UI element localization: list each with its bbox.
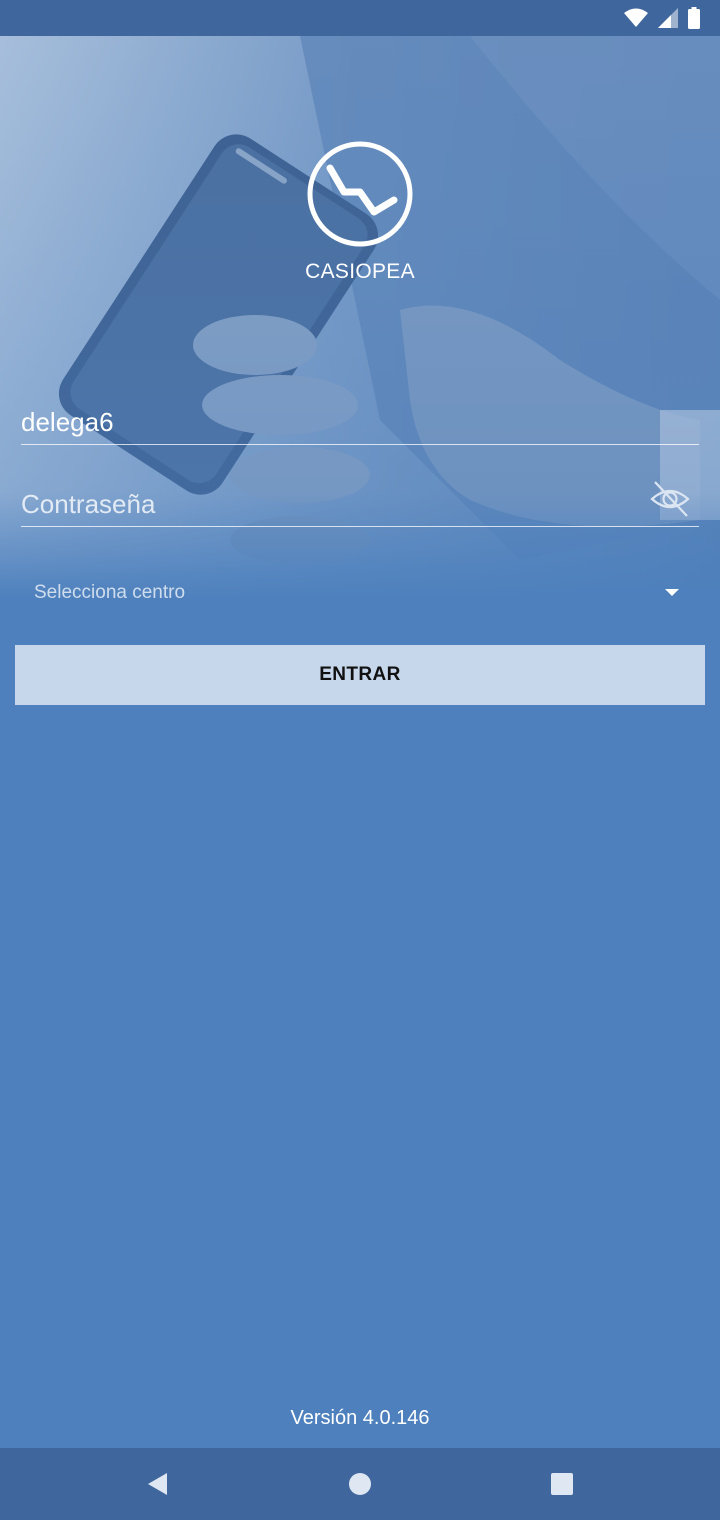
navigation-bar bbox=[0, 1448, 720, 1520]
cell-signal-icon bbox=[658, 8, 678, 28]
version-label: Versión 4.0.146 bbox=[290, 1407, 430, 1429]
password-input[interactable] bbox=[21, 486, 641, 522]
eye-off-icon[interactable] bbox=[649, 478, 691, 520]
recents-icon[interactable] bbox=[548, 1470, 576, 1498]
enter-button[interactable]: ENTRAR bbox=[15, 645, 705, 705]
username-input[interactable] bbox=[21, 404, 641, 440]
center-select[interactable]: Selecciona centro bbox=[21, 572, 699, 616]
username-field[interactable] bbox=[21, 404, 699, 445]
wifi-icon bbox=[624, 8, 648, 27]
dropdown-arrow-icon bbox=[665, 589, 679, 596]
password-field[interactable] bbox=[21, 481, 699, 527]
app-name: CASIOPEA bbox=[305, 260, 415, 283]
center-select-placeholder: Selecciona centro bbox=[34, 582, 186, 603]
login-screen: CASIOPEA Selecciona centro ENTRAR Versió… bbox=[0, 0, 720, 1520]
status-icons bbox=[624, 6, 700, 30]
status-bar bbox=[0, 0, 720, 36]
home-icon[interactable] bbox=[346, 1470, 374, 1498]
back-icon[interactable] bbox=[144, 1470, 172, 1498]
casiopea-logo-icon bbox=[307, 141, 413, 247]
battery-icon bbox=[688, 7, 700, 29]
